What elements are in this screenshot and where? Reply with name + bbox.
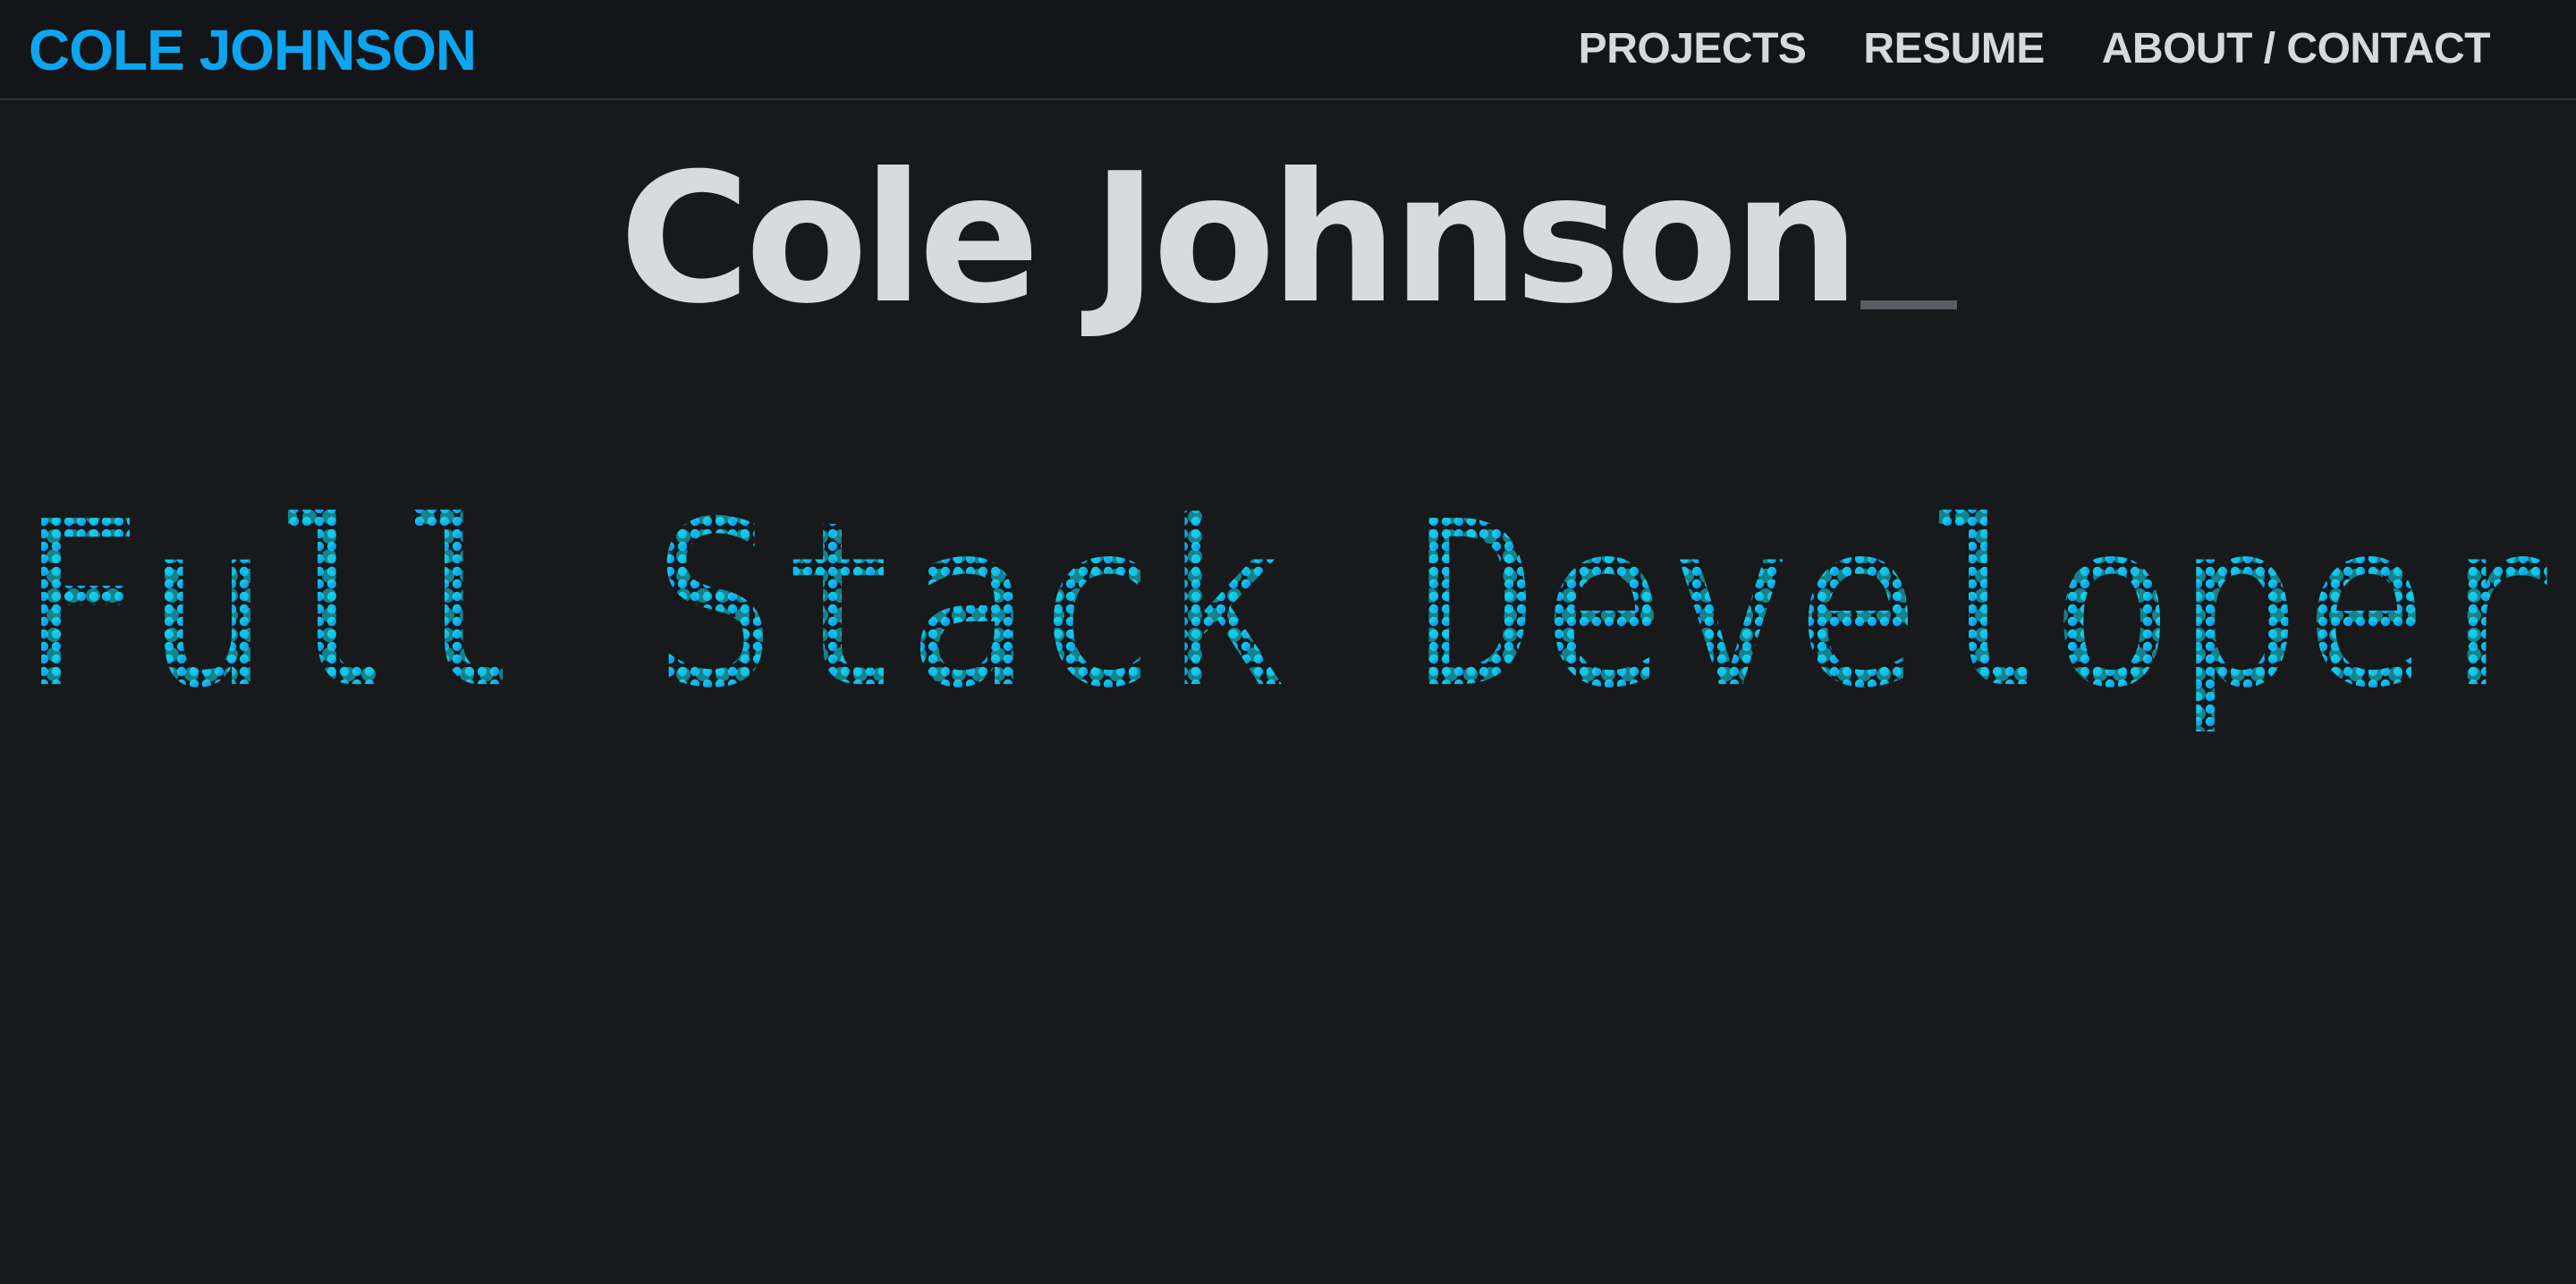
top-navbar: COLE JOHNSON PROJECTS RESUME ABOUT / CON… — [0, 0, 2576, 100]
nav-links: PROJECTS RESUME ABOUT / CONTACT — [1579, 21, 2491, 77]
nav-link-resume[interactable]: RESUME — [1863, 21, 2045, 77]
hero-title: Cole Johnson — [0, 150, 2576, 329]
brand-link[interactable]: COLE JOHNSON — [29, 18, 477, 82]
hero-subtitle-dot-text: Full Stack Developer Full Stack Develope… — [0, 465, 2576, 751]
typing-cursor — [1860, 300, 1957, 309]
nav-link-about-contact[interactable]: ABOUT / CONTACT — [2102, 21, 2491, 77]
nav-link-projects[interactable]: PROJECTS — [1579, 21, 1807, 77]
dot-matrix-subtitle: Full Stack Developer Full Stack Develope… — [18, 473, 2558, 739]
subtitle-dot-highlight-layer: Full Stack Developer — [18, 473, 2558, 739]
hero-title-text: Cole Johnson — [619, 135, 1860, 343]
